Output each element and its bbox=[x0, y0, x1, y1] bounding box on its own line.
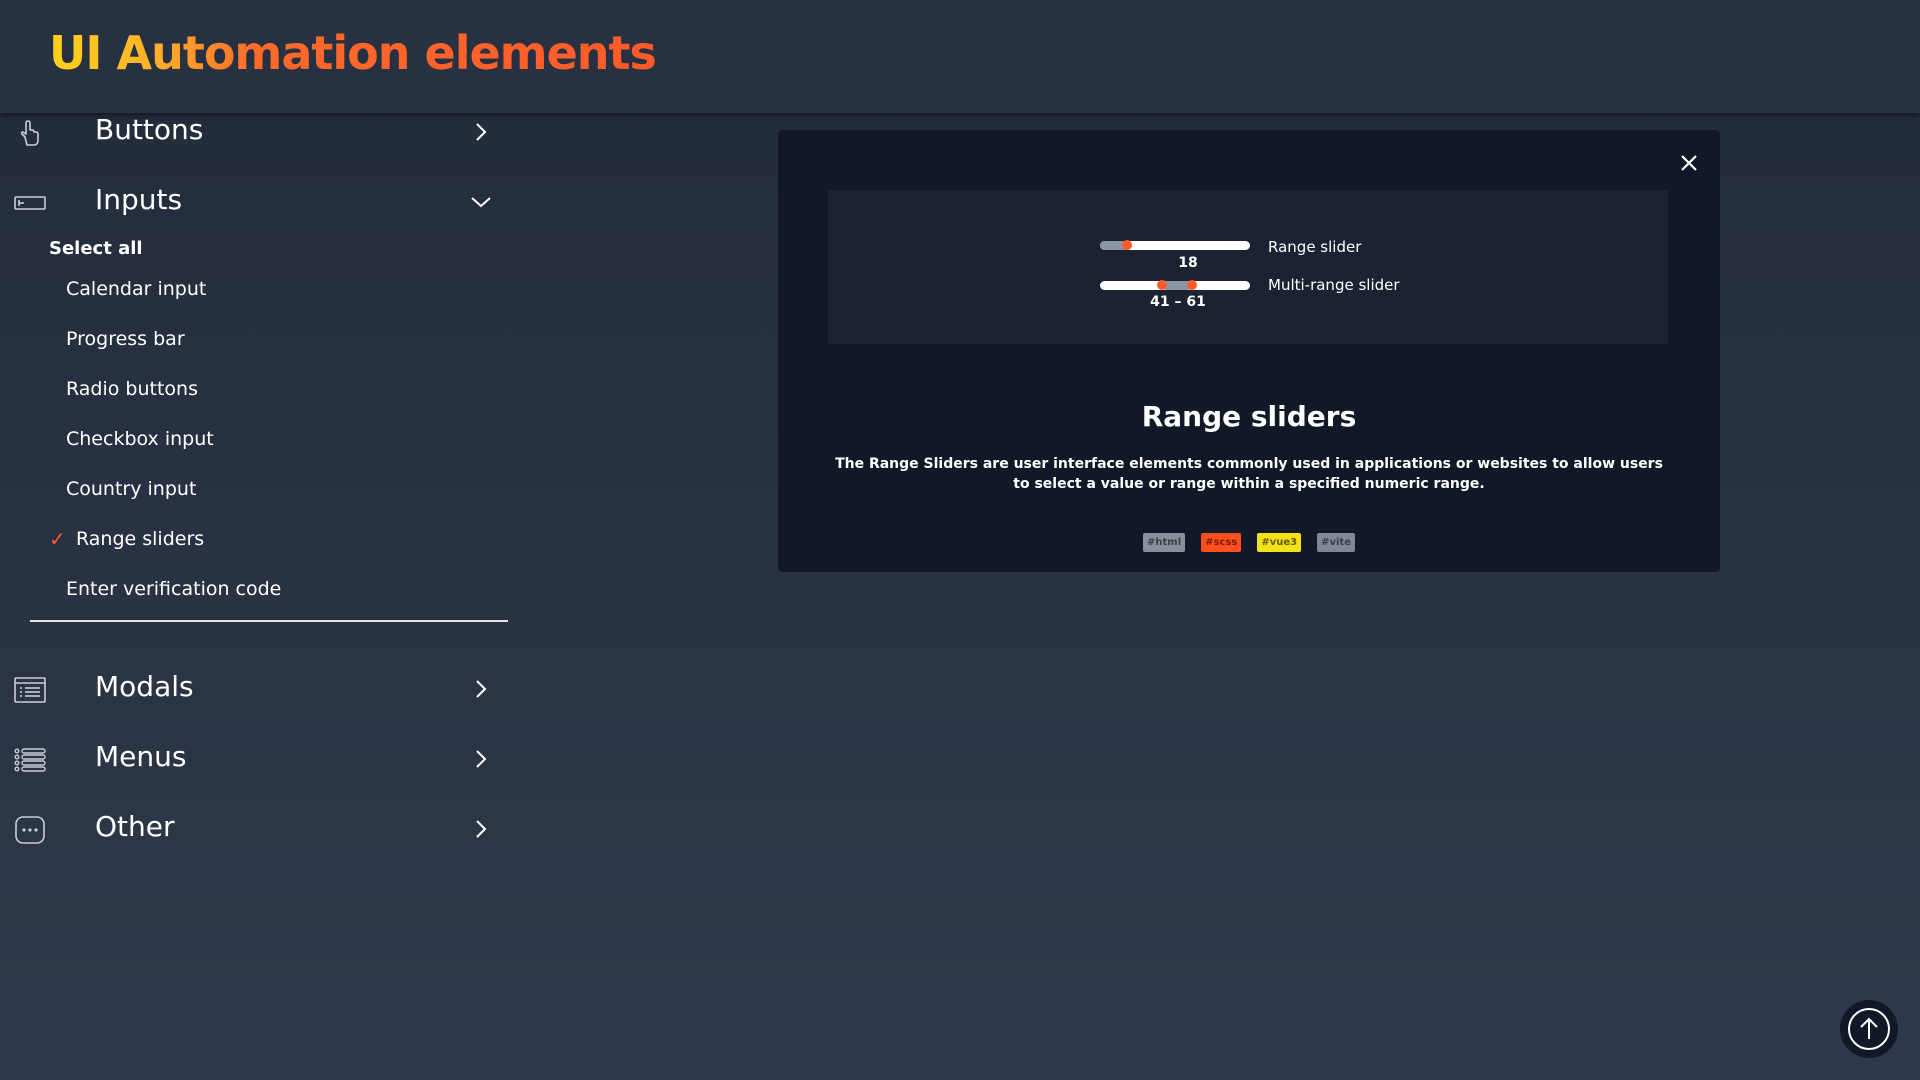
more-dots-icon bbox=[15, 816, 45, 844]
sidebar-item-country-input[interactable]: Country input bbox=[66, 478, 196, 500]
nav-section-menus[interactable]: Menus bbox=[0, 732, 510, 788]
range-slider-value: 18 bbox=[1178, 255, 1198, 271]
pointing-hand-icon bbox=[20, 120, 39, 146]
tag-html: #html bbox=[1143, 533, 1186, 552]
chevron-down-icon bbox=[471, 197, 491, 208]
modal-window-icon bbox=[14, 677, 46, 703]
nav-section-other[interactable]: Other bbox=[0, 802, 510, 858]
multi-range-slider-track[interactable] bbox=[1100, 280, 1250, 290]
slider-preview: Range slider 18 Multi-range slider 41 – … bbox=[828, 190, 1668, 344]
range-slider-track[interactable] bbox=[1100, 240, 1250, 250]
nav-label-buttons: Buttons bbox=[95, 113, 204, 146]
sidebar-item-progress-bar[interactable]: Progress bar bbox=[66, 328, 185, 350]
chevron-right-icon bbox=[476, 680, 487, 698]
scroll-to-top-button[interactable] bbox=[1840, 1000, 1898, 1058]
input-field-icon bbox=[14, 196, 46, 210]
range-slider-label: Range slider bbox=[1268, 238, 1362, 256]
section-divider bbox=[30, 620, 508, 622]
app-header: UI Automation elements bbox=[0, 0, 1920, 113]
app-title: UI Automation elements bbox=[49, 26, 657, 80]
component-card: Range slider 18 Multi-range slider 41 – … bbox=[778, 130, 1720, 572]
multi-range-slider-thumb-high[interactable] bbox=[1186, 280, 1197, 290]
select-all-button[interactable]: Select all bbox=[49, 238, 143, 259]
chevron-right-icon bbox=[476, 123, 487, 141]
nav-section-inputs[interactable]: Inputs bbox=[0, 175, 510, 231]
sidebar-item-enter-verification-code[interactable]: Enter verification code bbox=[66, 578, 281, 600]
tag-vite: #vite bbox=[1317, 533, 1355, 552]
nav-section-buttons[interactable]: Buttons bbox=[0, 105, 510, 161]
multi-range-slider-thumb-low[interactable] bbox=[1156, 280, 1167, 290]
nav-label-menus: Menus bbox=[95, 740, 187, 773]
range-slider-thumb[interactable] bbox=[1122, 240, 1132, 250]
active-check-icon: ✓ bbox=[49, 527, 66, 551]
multi-range-slider-label: Multi-range slider bbox=[1268, 276, 1400, 294]
sidebar-item-calendar-input[interactable]: Calendar input bbox=[66, 278, 206, 300]
tech-tags: #html #scss #vue3 #vite bbox=[778, 533, 1720, 552]
nav-label-inputs: Inputs bbox=[95, 183, 183, 216]
arrow-up-icon bbox=[1848, 1008, 1890, 1050]
tag-vue3: #vue3 bbox=[1257, 533, 1302, 552]
sidebar-item-range-sliders[interactable]: Range sliders bbox=[76, 528, 204, 550]
chevron-right-icon bbox=[476, 750, 487, 768]
close-icon[interactable] bbox=[1676, 150, 1702, 176]
tag-scss: #scss bbox=[1201, 533, 1242, 552]
nav-label-other: Other bbox=[95, 810, 175, 843]
card-description: The Range Sliders are user interface ele… bbox=[835, 456, 1663, 492]
nav-section-modals[interactable]: Modals bbox=[0, 662, 510, 718]
list-menu-icon bbox=[14, 748, 46, 772]
sidebar-item-checkbox-input[interactable]: Checkbox input bbox=[66, 428, 214, 450]
nav-label-modals: Modals bbox=[95, 670, 194, 703]
sidebar-item-radio-buttons[interactable]: Radio buttons bbox=[66, 378, 198, 400]
chevron-right-icon bbox=[476, 820, 487, 838]
card-title: Range sliders bbox=[1141, 400, 1357, 433]
multi-range-slider-value: 41 – 61 bbox=[1150, 294, 1206, 310]
